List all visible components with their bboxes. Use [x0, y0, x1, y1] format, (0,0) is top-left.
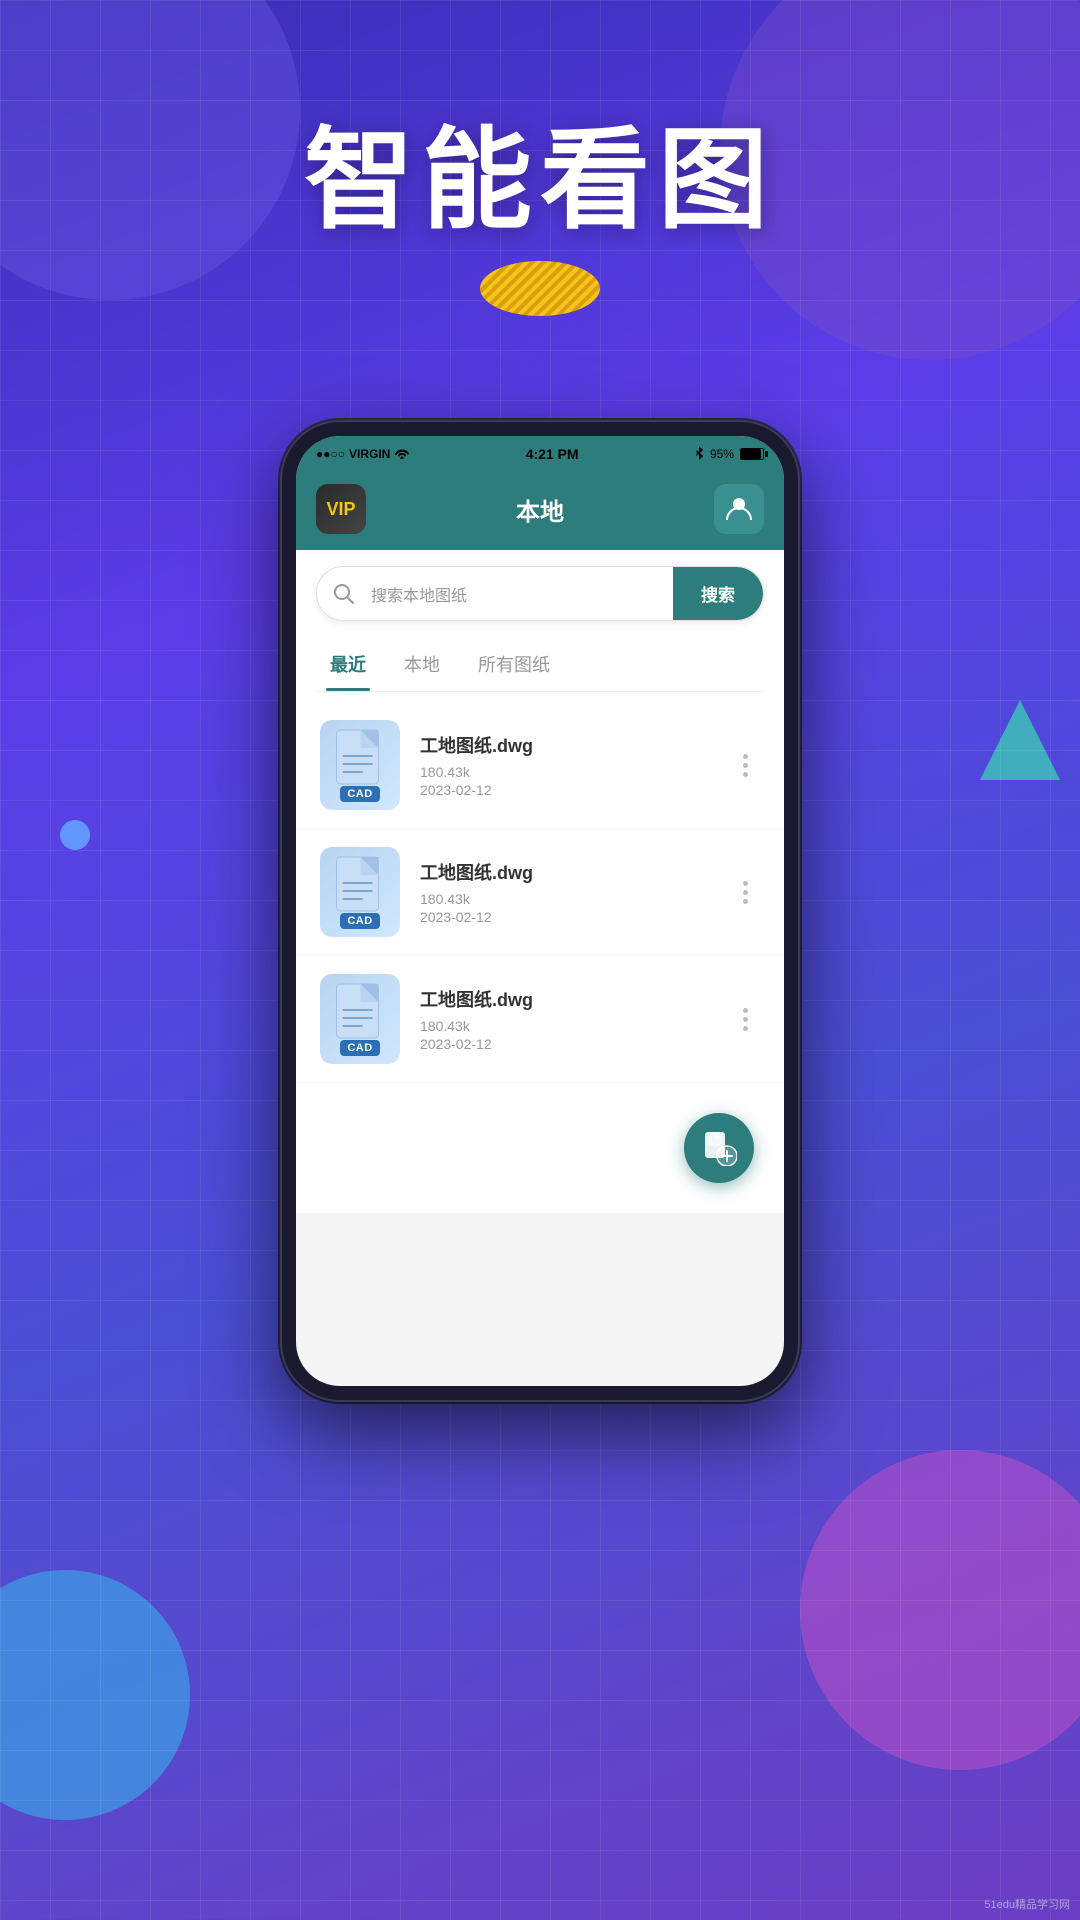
- file-date: 2023-02-12: [420, 782, 710, 798]
- carrier-name: VIRGIN: [349, 447, 390, 461]
- file-menu-button[interactable]: [730, 1008, 760, 1031]
- search-icon: [333, 583, 355, 605]
- tabs-section: 最近 本地 所有图纸: [296, 637, 784, 692]
- file-list: CAD 工地图纸.dwg 180.43k 2023-02-12: [296, 692, 784, 1093]
- dot-3: [743, 772, 748, 777]
- tab-all[interactable]: 所有图纸: [474, 637, 554, 691]
- user-icon: [724, 494, 754, 524]
- tab-local[interactable]: 本地: [400, 637, 444, 691]
- main-title: 智能看图: [0, 120, 1080, 241]
- phone-screen: ●●○○ VIRGIN 4:21 PM 95%: [296, 436, 784, 1386]
- file-size: 180.43k: [420, 764, 710, 780]
- title-section: 智能看图: [0, 120, 1080, 321]
- vip-label: VIP: [326, 499, 355, 520]
- list-item[interactable]: CAD 工地图纸.dwg 180.43k 2023-02-12: [296, 829, 784, 956]
- file-icon: CAD: [320, 720, 400, 810]
- tab-recent[interactable]: 最近: [326, 637, 370, 691]
- file-info: 工地图纸.dwg 180.43k 2023-02-12: [420, 732, 710, 798]
- phone-mockup: ●●○○ VIRGIN 4:21 PM 95%: [280, 420, 800, 1402]
- file-name: 工地图纸.dwg: [420, 859, 710, 885]
- file-date: 2023-02-12: [420, 909, 710, 925]
- dot-3: [743, 899, 748, 904]
- app-header: VIP 本地: [296, 472, 784, 550]
- list-item[interactable]: CAD 工地图纸.dwg 180.43k 2023-02-12: [296, 702, 784, 829]
- document-icon: [333, 728, 388, 793]
- search-section: 搜索本地图纸 搜索: [296, 550, 784, 637]
- search-bar: 搜索本地图纸 搜索: [316, 566, 764, 621]
- dot-2: [743, 763, 748, 768]
- title-decoration: [480, 261, 600, 321]
- file-size: 180.43k: [420, 891, 710, 907]
- battery-percent: 95%: [710, 447, 734, 461]
- file-menu-button[interactable]: [730, 881, 760, 904]
- file-icon: CAD: [320, 974, 400, 1064]
- user-profile-button[interactable]: [714, 484, 764, 534]
- search-icon-wrap: [317, 571, 371, 617]
- dot-3: [743, 1026, 748, 1031]
- status-left: ●●○○ VIRGIN: [316, 447, 410, 462]
- signal-dots: ●●○○: [316, 447, 345, 461]
- status-right: 95%: [694, 446, 764, 463]
- fab-container: [296, 1093, 784, 1213]
- search-button[interactable]: 搜索: [673, 567, 763, 620]
- status-bar: ●●○○ VIRGIN 4:21 PM 95%: [296, 436, 784, 472]
- list-item[interactable]: CAD 工地图纸.dwg 180.43k 2023-02-12: [296, 956, 784, 1083]
- dot-1: [743, 754, 748, 759]
- vip-button[interactable]: VIP: [316, 484, 366, 534]
- bluetooth-icon: [694, 446, 704, 463]
- status-time: 4:21 PM: [526, 446, 579, 462]
- file-icon: CAD: [320, 847, 400, 937]
- add-file-icon: [701, 1130, 737, 1166]
- file-menu-button[interactable]: [730, 754, 760, 777]
- file-name: 工地图纸.dwg: [420, 732, 710, 758]
- bg-decoration-triangle: [980, 700, 1060, 780]
- wifi-icon: [394, 447, 410, 462]
- gold-ellipse: [480, 261, 600, 316]
- file-size: 180.43k: [420, 1018, 710, 1034]
- file-info: 工地图纸.dwg 180.43k 2023-02-12: [420, 859, 710, 925]
- document-icon: [333, 855, 388, 920]
- battery-fill: [741, 449, 761, 459]
- search-input[interactable]: 搜索本地图纸: [371, 570, 673, 618]
- phone-frame: ●●○○ VIRGIN 4:21 PM 95%: [280, 420, 800, 1402]
- dot-2: [743, 890, 748, 895]
- battery-icon: [740, 448, 764, 460]
- document-icon: [333, 982, 388, 1047]
- file-name: 工地图纸.dwg: [420, 986, 710, 1012]
- file-date: 2023-02-12: [420, 1036, 710, 1052]
- bg-decoration-bottom-right: [800, 1450, 1080, 1770]
- bg-decoration-dot: [60, 820, 90, 850]
- watermark: 51edu精品学习网: [984, 1896, 1070, 1912]
- dot-2: [743, 1017, 748, 1022]
- page-title: 本地: [516, 492, 564, 527]
- add-file-button[interactable]: [684, 1113, 754, 1183]
- bg-decoration-bottom-left: [0, 1570, 190, 1820]
- tabs-row: 最近 本地 所有图纸: [316, 637, 764, 692]
- dot-1: [743, 881, 748, 886]
- dot-1: [743, 1008, 748, 1013]
- file-info: 工地图纸.dwg 180.43k 2023-02-12: [420, 986, 710, 1052]
